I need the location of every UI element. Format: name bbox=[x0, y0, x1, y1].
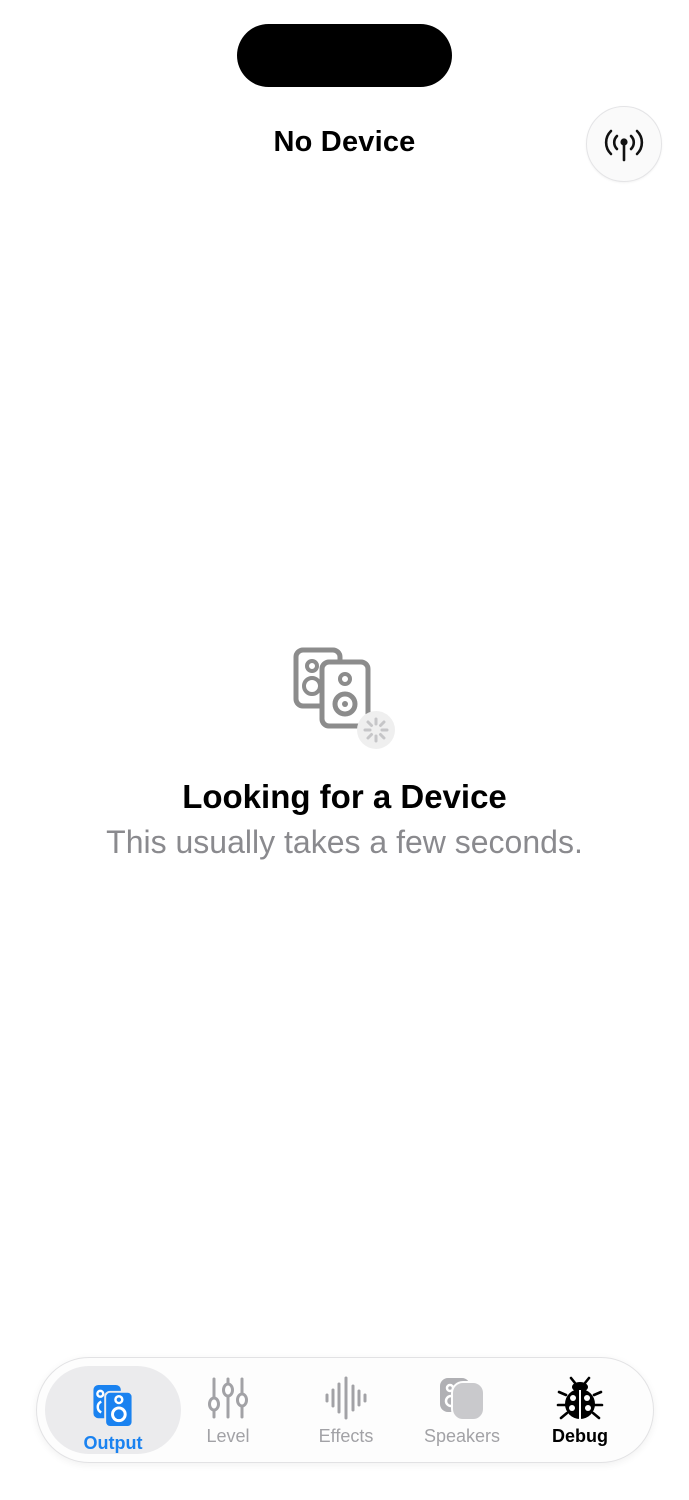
tab-debug-label: Debug bbox=[552, 1426, 608, 1446]
antenna-broadcast-icon bbox=[604, 129, 644, 162]
sliders-icon bbox=[208, 1377, 248, 1419]
ladybug-icon bbox=[556, 1376, 604, 1420]
dynamic-island bbox=[237, 24, 452, 87]
broadcast-button[interactable] bbox=[586, 106, 662, 182]
tab-debug[interactable]: Debug bbox=[521, 1358, 639, 1462]
tab-speakers-label: Speakers bbox=[423, 1426, 501, 1446]
empty-state-title: Looking for a Device bbox=[182, 778, 507, 815]
tab-effects[interactable]: Effects bbox=[287, 1358, 405, 1462]
tab-level[interactable]: Level bbox=[169, 1358, 287, 1462]
tab-output[interactable]: Output bbox=[45, 1366, 181, 1454]
tab-bar: Output Level Effects Speakers Debug bbox=[36, 1357, 654, 1463]
tab-output-label: Output bbox=[83, 1433, 143, 1453]
speaker-icon bbox=[93, 1384, 134, 1427]
empty-state: Looking for a Device This usually takes … bbox=[0, 640, 689, 861]
tab-effects-label: Effects bbox=[318, 1426, 374, 1446]
speakers-searching-icon bbox=[293, 647, 395, 749]
tab-level-label: Level bbox=[206, 1426, 250, 1446]
empty-state-subtitle: This usually takes a few seconds. bbox=[106, 824, 583, 860]
homepod-icon bbox=[440, 1378, 485, 1420]
waveform-icon bbox=[325, 1376, 367, 1420]
tab-speakers[interactable]: Speakers bbox=[403, 1358, 521, 1462]
